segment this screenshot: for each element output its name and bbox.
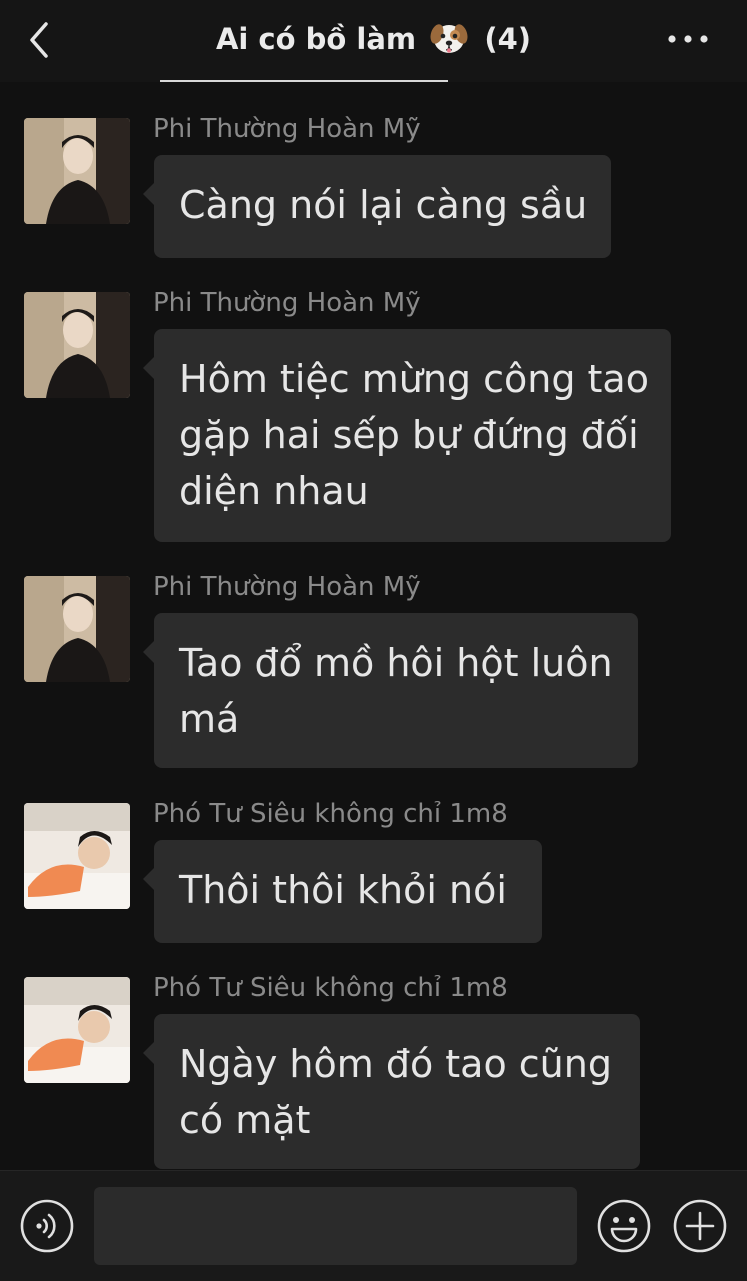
voice-icon [20, 1199, 74, 1253]
message-text: má [179, 697, 240, 741]
more-dots-icon [668, 35, 708, 43]
voice-button[interactable] [20, 1199, 74, 1253]
more-options-button[interactable] [663, 22, 713, 56]
avatar[interactable] [24, 576, 130, 682]
avatar[interactable] [24, 292, 130, 398]
message-bubble[interactable]: Hôm tiệc mừng công tao gặp hai sếp bự đứ… [143, 329, 671, 542]
emoji-button[interactable] [596, 1198, 652, 1254]
message-text: Thôi thôi khỏi nói [179, 868, 507, 912]
message-text: Càng nói lại càng sầu [179, 183, 588, 227]
message-bubble[interactable]: Ngày hôm đó tao cũng có mặt [143, 1014, 640, 1169]
message-text: Hôm tiệc mừng công tao [179, 357, 649, 401]
sender-name: Phó Tư Siêu không chỉ 1m8 [153, 973, 508, 1003]
message-bubble[interactable]: Thôi thôi khỏi nói [143, 840, 542, 943]
chat-title: Ai có bồ làm (4) [0, 18, 747, 67]
sender-name: Phi Thường Hoàn Mỹ [153, 288, 421, 318]
sender-name: Phi Thường Hoàn Mỹ [153, 572, 421, 602]
group-name: Ai có bồ làm [215, 22, 417, 56]
sender-name: Phi Thường Hoàn Mỹ [153, 114, 421, 144]
plus-icon [673, 1199, 727, 1253]
avatar[interactable] [24, 977, 130, 1083]
message-bubble[interactable]: Càng nói lại càng sầu [143, 155, 611, 258]
member-count: (4) [484, 22, 532, 56]
avatar[interactable] [24, 803, 130, 909]
message-text: diện nhau [179, 469, 369, 513]
chat-header: Ai có bồ làm (4) [0, 0, 747, 82]
dog-face-emoji [430, 18, 468, 67]
emoji-icon [597, 1199, 651, 1253]
message-text: Tao đổ mồ hôi hột luôn [179, 641, 613, 685]
message-bubble[interactable]: Tao đổ mồ hôi hột luôn má [143, 613, 638, 768]
message-text: Ngày hôm đó tao cũng [179, 1042, 612, 1086]
message-input[interactable] [94, 1187, 577, 1265]
avatar[interactable] [24, 118, 130, 224]
message-text: gặp hai sếp bự đứng đối [179, 413, 639, 457]
input-bar [0, 1170, 747, 1281]
message-list[interactable]: Phi Thường Hoàn Mỹ Càng nói lại càng sầu… [0, 82, 747, 1170]
message-text: có mặt [179, 1098, 311, 1142]
add-button[interactable] [672, 1198, 728, 1254]
sender-name: Phó Tư Siêu không chỉ 1m8 [153, 799, 508, 829]
